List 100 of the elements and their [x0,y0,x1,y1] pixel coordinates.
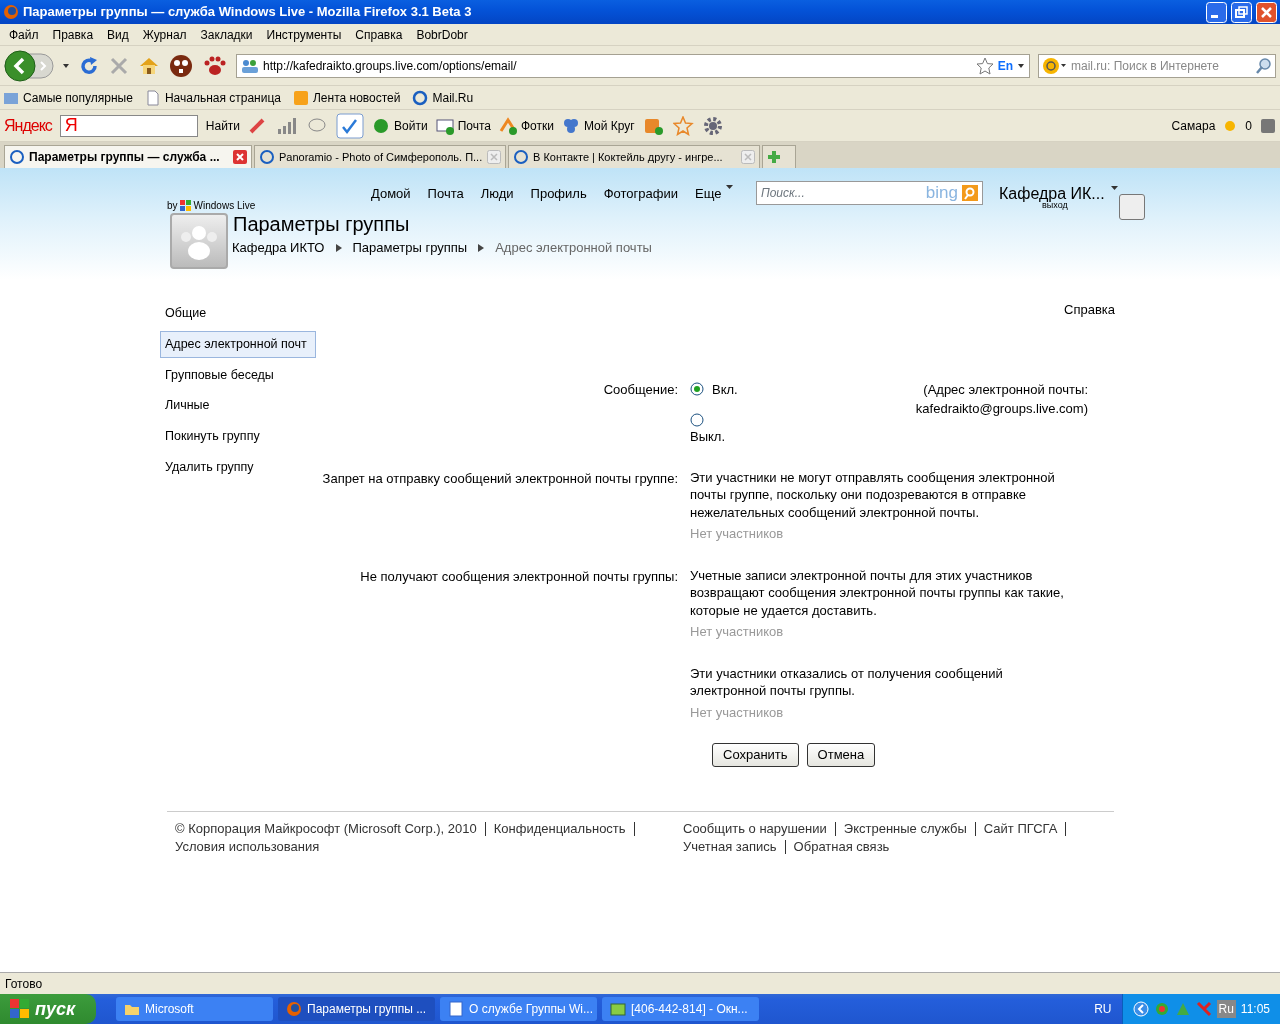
menu-item[interactable]: Справка [348,25,410,44]
toolbar-button[interactable]: Почта [435,116,491,135]
footer-link[interactable]: Конфиденциальность [485,821,635,836]
radio-selected[interactable] [690,382,704,397]
sidebar-item[interactable]: Покинуть группу [160,423,316,450]
bookmark-link[interactable]: Mail.Ru [412,88,474,107]
menu-item[interactable]: Правка [45,25,101,44]
toolbar-icon [372,116,391,135]
city-label: Самара [1171,117,1216,135]
clock: 11:05 [1240,1001,1270,1018]
sidebar-item[interactable]: Групповые беседы [160,361,316,389]
sidebar-item[interactable]: Общие [160,300,316,327]
search-engine-icon[interactable] [1041,55,1067,76]
browser-tab[interactable]: Параметры группы — служба ... [4,145,252,168]
language-indicator[interactable]: RU [1094,1000,1112,1018]
bookmark-link[interactable]: Начальная страница [144,88,281,107]
menu-item[interactable]: Закладки [193,25,260,44]
menu-item[interactable]: Вид [100,25,136,44]
tab-icon [259,149,275,165]
taskbar-button[interactable]: Microsoft [116,997,273,1021]
footer-link[interactable]: Сообщить о нарушении [675,821,836,836]
site-nav-link[interactable]: Почта [427,184,464,204]
app-icon [610,1001,626,1017]
browser-tab[interactable]: В Контакте | Коктейль другу - ингре... [508,145,760,168]
tab-icon [9,149,25,165]
site-nav-link[interactable]: Фотографии [603,184,678,204]
search-placeholder: mail.ru: Поиск в Интернете [1071,57,1220,75]
star-icon[interactable] [975,56,994,75]
window-title: Параметры группы — служба Windows Live - Mozilla Firefox 3.1 Beta 3 [23,3,473,22]
breadcrumb-link[interactable]: Параметры группы [352,238,468,258]
app-icon [286,1001,302,1017]
cancel-button[interactable]: Отмена [806,743,876,767]
toolbar-button[interactable]: Фотки [499,116,554,135]
tab-close-icon[interactable] [233,150,247,164]
site-search-field[interactable]: Поиск... bing [756,181,983,205]
menu-item[interactable]: Файл [2,25,46,44]
gear-icon[interactable] [702,115,723,136]
chevron-icon[interactable] [1132,1001,1149,1017]
find-button[interactable]: Найти [205,116,241,135]
menu-item[interactable]: BobrDobr [409,25,475,44]
star-icon[interactable] [672,115,695,136]
footer-link[interactable]: Сайт ПГСГА [975,821,1067,836]
save-button[interactable]: Сохранить [712,743,799,767]
empty-list-text: Нет участников [690,703,785,721]
spellcheck-icon[interactable] [336,112,365,139]
footer-link[interactable]: Условия использования [167,839,328,854]
bookmark-link[interactable]: Самые популярные [3,88,133,107]
close-button[interactable] [1256,1,1277,23]
address-field[interactable]: http://kafedraikto.groups.live.com/options/email/ En [236,53,1030,78]
site-nav-link[interactable]: Люди [480,184,514,204]
bookmark-link[interactable]: Лента новостей [293,88,401,107]
menu-icon[interactable] [1260,117,1276,134]
site-nav-link[interactable]: Еще [695,184,722,204]
dropdown-caret-icon[interactable] [1017,61,1025,70]
footer-link[interactable]: Обратная связь [785,839,898,854]
yandex-logo[interactable]: Яндекс [4,113,52,138]
restore-button[interactable] [1231,1,1252,23]
taskbar-button[interactable]: [406-442-814] - Окн... [602,997,759,1021]
browser-tab[interactable]: Panoramio - Photo of Симферополь. П... [254,145,506,168]
taskbar-button[interactable]: Параметры группы ... [278,997,435,1021]
empty-list-text: Нет участников [690,525,785,543]
site-nav-link[interactable]: Профиль [530,184,587,204]
taskbar-button[interactable]: О службе Группы Wi... [440,997,597,1021]
search-icon[interactable] [1255,56,1273,75]
dropdown-caret-icon[interactable] [62,61,70,70]
caret-icon[interactable] [726,184,734,190]
breadcrumb-link[interactable]: Кафедра ИКТО [232,238,325,258]
site-icon [241,57,259,74]
profile-picture[interactable] [1119,194,1145,220]
yandex-search-field[interactable]: Я [59,114,198,137]
keyboard-layout-indicator[interactable]: Ru [1216,1000,1236,1018]
toolbar-button[interactable]: Мой Круг [561,116,635,135]
breadcrumb-arrow-icon [477,242,486,253]
help-link[interactable]: Справка [1064,300,1115,320]
chat-bubble-icon[interactable] [306,116,329,135]
url-text: http://kafedraikto.groups.live.com/options/email/ [263,57,518,75]
sidebar-item[interactable]: Удалить группу [160,453,316,481]
caret-icon[interactable] [1111,185,1118,191]
footer-link[interactable]: Учетная запись [675,839,786,854]
breadcrumb-current: Адрес электронной почты [495,239,652,257]
footer-link[interactable]: Экстренные службы [835,821,976,836]
reload-icon[interactable] [78,54,100,77]
back-button[interactable] [4,49,54,82]
site-nav-link[interactable]: Домой [371,184,411,204]
minimize-button[interactable] [1206,1,1227,23]
search-field[interactable]: mail.ru: Поиск в Интернете [1038,53,1276,78]
language-indicator: En [997,57,1013,75]
footer-link[interactable]: © Корпорация Майкрософт (Microsoft Corp.), 2010 [167,821,486,836]
tab-icon [513,149,529,165]
sidebar-item[interactable]: Личные [160,392,316,419]
menu-item[interactable]: Инструменты [259,25,349,44]
sidebar-item[interactable]: Адрес электронной почт [160,330,316,358]
plus-icon[interactable] [767,150,781,164]
new-tab-button[interactable] [762,145,796,168]
toolbar-button[interactable]: Войти [372,116,428,135]
start-button[interactable]: пуск [0,994,96,1024]
signal-icon[interactable] [276,116,299,135]
search-icon[interactable] [962,185,978,201]
radio-unselected[interactable] [690,413,704,427]
menu-item[interactable]: Журнал [135,25,194,44]
